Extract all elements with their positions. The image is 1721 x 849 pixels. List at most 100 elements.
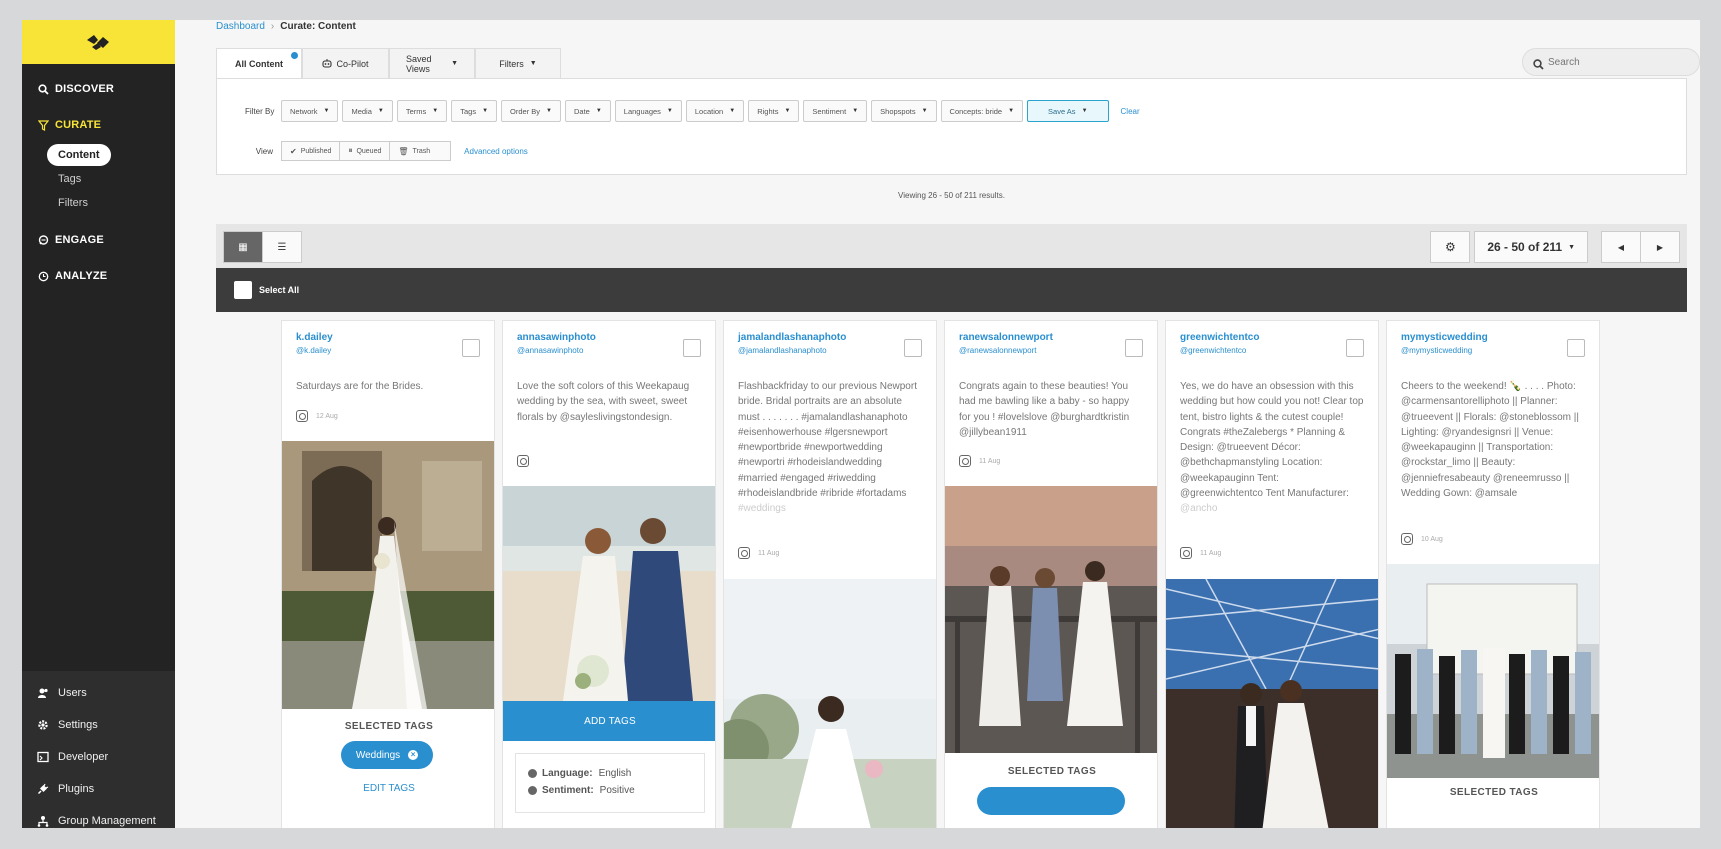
filter-terms-label: Terms (405, 106, 427, 116)
filter-languages-label: Languages (623, 106, 661, 116)
filter-media-button[interactable]: Media ▼ (342, 100, 393, 122)
nav-group-management[interactable]: Group Management (22, 811, 175, 828)
nav-plugins[interactable]: Plugins (22, 779, 175, 799)
search-input[interactable] (1548, 56, 1688, 68)
card-author-handle[interactable]: @k.dailey (296, 346, 333, 355)
nav-engage[interactable]: ENGAGE (22, 231, 175, 249)
subnav-filters[interactable]: Filters (22, 191, 175, 215)
clear-filters-link[interactable]: Clear (1121, 107, 1140, 116)
edit-tags-link[interactable]: EDIT TAGS (282, 783, 494, 794)
card-select-checkbox[interactable] (1567, 339, 1585, 357)
advanced-options-link[interactable]: Advanced options (464, 147, 528, 156)
pager: ⚙ 26 - 50 of 211 ▼ ◀ ▶ (1426, 231, 1680, 263)
card-author-name[interactable]: mymysticwedding (1401, 332, 1488, 343)
caret-down-icon: ▼ (1081, 108, 1088, 114)
card-author-handle[interactable]: @jamalandlashanaphoto (738, 346, 846, 355)
filter-sentiment-button[interactable]: Sentiment ▼ (803, 100, 868, 122)
content-card[interactable]: k.dailey @k.dailey Saturdays are for the… (281, 320, 495, 828)
nav-settings[interactable]: Settings (22, 715, 175, 735)
main-content: Dashboard › Curate: Content All Content Co… (175, 20, 1700, 828)
results-toolbar: ▦ ☰ ⚙ 26 - 50 of 211 ▼ ◀ ▶ (216, 224, 1687, 268)
tab-co-pilot[interactable]: Co-Pilot (302, 48, 389, 78)
card-author-name[interactable]: annasawinphoto (517, 332, 596, 343)
page-range-dropdown[interactable]: 26 - 50 of 211 ▼ (1474, 231, 1588, 263)
remove-tag-icon[interactable]: × (408, 750, 419, 760)
card-meta: 10 Aug (1401, 533, 1443, 545)
card-select-checkbox[interactable] (904, 339, 922, 357)
filter-location-button[interactable]: Location ▼ (685, 100, 745, 122)
card-photo[interactable] (724, 579, 936, 828)
card-photo[interactable] (1166, 579, 1378, 828)
card-caption-text: Yes, we do have an obsession with this w… (1180, 381, 1364, 500)
filter-order-by-button[interactable]: Order By ▼ (501, 100, 561, 122)
card-author-handle[interactable]: @annasawinphoto (517, 346, 596, 355)
prev-page-button[interactable]: ◀ (1601, 231, 1641, 263)
view-published-button[interactable]: ✔ Published (281, 141, 341, 161)
filter-date-label: Date (574, 106, 590, 116)
caret-down-icon: ▼ (921, 108, 928, 114)
card-author-handle[interactable]: @greenwichtentco (1180, 346, 1259, 355)
add-tags-button[interactable]: ADD TAGS (503, 701, 715, 741)
filter-date-button[interactable]: Date ▼ (565, 100, 611, 122)
brand-logo[interactable] (22, 20, 175, 64)
filter-languages-button[interactable]: Languages ▼ (614, 100, 682, 122)
card-select-checkbox[interactable] (683, 339, 701, 357)
selected-tags-heading: SELECTED TAGS (1449, 787, 1539, 798)
card-photo[interactable] (945, 486, 1157, 753)
list-view-button[interactable]: ☰ (262, 231, 302, 263)
filter-rights-button[interactable]: Rights ▼ (748, 100, 800, 122)
search-box[interactable] (1522, 48, 1700, 76)
filter-terms-button[interactable]: Terms ▼ (396, 100, 448, 122)
settings-button[interactable]: ⚙ (1430, 231, 1471, 263)
content-card[interactable]: jamalandlashanaphoto @jamalandlashanapho… (723, 320, 937, 828)
select-all-checkbox[interactable] (234, 281, 252, 299)
card-photo[interactable] (503, 486, 715, 701)
filter-network-button[interactable]: Network ▼ (281, 100, 339, 122)
search-icon (37, 83, 49, 95)
content-card[interactable]: mymysticwedding @mymysticwedding Cheers … (1386, 320, 1600, 828)
view-queued-button[interactable]: ⏸ Queued (339, 141, 391, 161)
card-select-checkbox[interactable] (1346, 339, 1364, 357)
subnav-tags[interactable]: Tags (22, 167, 175, 191)
card-select-checkbox[interactable] (462, 339, 480, 357)
tab-filters[interactable]: Filters ▼ (475, 48, 561, 78)
tag-pill[interactable] (977, 787, 1125, 815)
nav-users[interactable]: Users (22, 683, 175, 703)
card-author-name[interactable]: k.dailey (296, 332, 333, 343)
plug-icon (37, 783, 49, 795)
tab-all-content[interactable]: All Content (216, 48, 302, 79)
tab-saved-views-label: Saved Views (406, 53, 432, 74)
card-photo[interactable] (282, 441, 494, 709)
view-trash-button[interactable]: 🗑 Trash (389, 141, 452, 161)
card-author-name[interactable]: greenwichtentco (1180, 332, 1259, 343)
language-value: English (598, 768, 632, 779)
card-author-name[interactable]: jamalandlashanaphoto (738, 332, 846, 343)
card-photo[interactable] (1387, 564, 1599, 778)
filter-shopspots-button[interactable]: Shopspots ▼ (871, 100, 937, 122)
content-card[interactable]: greenwichtentco @greenwichtentco Yes, we… (1165, 320, 1379, 828)
grid-view-button[interactable]: ▦ (223, 231, 263, 263)
content-card[interactable]: ranewsalonnewport @ranewsalonnewport Con… (944, 320, 1158, 828)
card-author-handle[interactable]: @mymysticwedding (1401, 346, 1488, 355)
card-select-checkbox[interactable] (1125, 339, 1143, 357)
card-author-name[interactable]: ranewsalonnewport (959, 332, 1053, 343)
tab-saved-views[interactable]: Saved Views ▼ (389, 48, 475, 78)
filter-concepts-button[interactable]: Concepts: bride ▼ (940, 100, 1024, 122)
next-page-button[interactable]: ▶ (1640, 231, 1680, 263)
filter-tags-label: Tags (460, 106, 477, 116)
instagram-icon (1401, 533, 1413, 545)
filter-tags-button[interactable]: Tags ▼ (451, 100, 498, 122)
save-as-button[interactable]: Save As ▼ (1027, 100, 1109, 122)
breadcrumb-dashboard-link[interactable]: Dashboard (216, 21, 265, 32)
content-card[interactable]: annasawinphoto @annasawinphoto Love the … (502, 320, 716, 828)
nav-curate[interactable]: CURATE (22, 116, 175, 134)
nav-discover[interactable]: DISCOVER (22, 80, 175, 98)
tag-pill-weddings[interactable]: Weddings × (341, 741, 433, 769)
nav-analyze[interactable]: ANALYZE (22, 267, 175, 285)
filter-by-row: Filter By Network ▼ Media ▼ Terms ▼ Tags ▼ O… (245, 100, 1140, 122)
card-author-handle[interactable]: @ranewsalonnewport (959, 346, 1053, 355)
subnav-content[interactable]: Content (47, 144, 111, 166)
view-status-group: ✔ Published ⏸ Queued 🗑 Trash (281, 141, 452, 161)
filter-rights-label: Rights (757, 106, 779, 116)
nav-developer[interactable]: Developer (22, 747, 175, 767)
